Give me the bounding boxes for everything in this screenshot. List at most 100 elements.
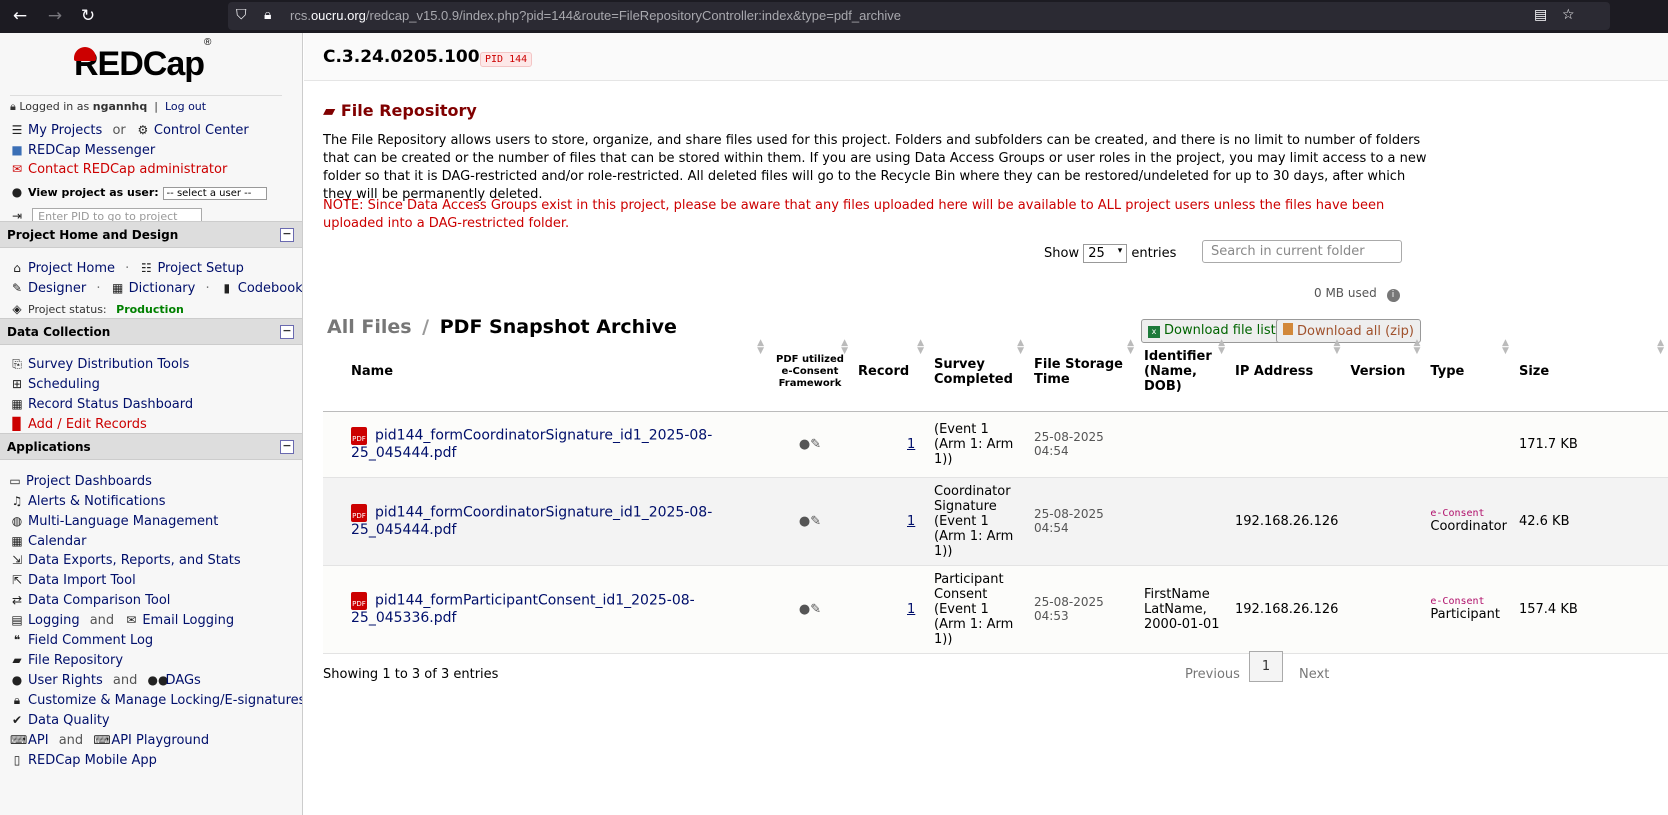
col-identifier[interactable]: Identifier (Name, DOB) ▲ ▼: [1138, 333, 1229, 412]
control-center-link[interactable]: Control Center: [154, 123, 249, 138]
user-rights-link[interactable]: User Rights: [28, 673, 103, 688]
home-icon: ⌂: [13, 261, 21, 275]
project-header: C.3.24.0205.100 PID 144: [304, 33, 1668, 81]
logout-link[interactable]: Log out: [165, 100, 206, 113]
page-title: ▰ File Repository: [323, 101, 477, 120]
user-icon: ●: [11, 185, 23, 199]
data-exports-link[interactable]: Data Exports, Reports, and Stats: [28, 553, 241, 568]
file-table: Name ▲ ▼ PDF utilized e-Consent Framework ▲…: [323, 333, 1668, 654]
project-setup-link[interactable]: Project Setup: [157, 261, 243, 276]
calendar-link[interactable]: Calendar: [28, 534, 86, 549]
pagination-page-1[interactable]: 1: [1249, 651, 1283, 682]
storage-time-cell: 25-08-2025 04:54: [1028, 411, 1138, 478]
alerts-link[interactable]: Alerts & Notifications: [28, 494, 165, 509]
laptop-code-icon: ⌨: [93, 733, 111, 747]
contact-admin-link[interactable]: Contact REDCap administrator: [28, 162, 227, 177]
log-icon: ▤: [11, 613, 23, 627]
users-icon: ●●: [147, 673, 169, 687]
col-record[interactable]: Record ▲ ▼: [852, 333, 928, 412]
locking-link[interactable]: Customize & Manage Locking/E-signatures: [28, 693, 302, 708]
table-info: Showing 1 to 3 of 3 entries: [323, 667, 499, 682]
project-home-link[interactable]: Project Home: [28, 261, 115, 276]
entries-select[interactable]: 25 ▾: [1083, 244, 1128, 263]
add-edit-records-link[interactable]: Add / Edit Records: [28, 417, 147, 432]
collapse-icon[interactable]: −: [280, 228, 294, 242]
shield-icon[interactable]: ⛉: [236, 7, 247, 23]
pdf-file-icon: PDF: [351, 427, 367, 445]
file-link[interactable]: pid144_formCoordinatorSignature_id1_2025…: [351, 505, 712, 539]
info-icon[interactable]: i: [1386, 289, 1400, 302]
globe-icon: ◍: [11, 514, 23, 528]
messenger-link[interactable]: REDCap Messenger: [28, 143, 155, 158]
codebook-link[interactable]: Codebook: [238, 281, 302, 296]
api-link[interactable]: API: [28, 733, 49, 748]
bookmark-star-icon[interactable]: ☆: [1562, 7, 1575, 23]
file-link[interactable]: pid144_formParticipantConsent_id1_2025-0…: [351, 593, 695, 627]
field-comment-log-link[interactable]: Field Comment Log: [28, 633, 153, 648]
col-survey[interactable]: Survey Completed ▲ ▼: [928, 333, 1028, 412]
project-title: C.3.24.0205.100: [323, 47, 480, 67]
file-repository-link[interactable]: File Repository: [28, 653, 123, 668]
reader-view-icon[interactable]: ▤: [1534, 7, 1547, 23]
mlm-link[interactable]: Multi-Language Management: [28, 514, 218, 529]
redcap-logo[interactable]: REDCap®: [74, 37, 211, 84]
survey-distribution-link[interactable]: Survey Distribution Tools: [28, 357, 189, 372]
view-as-user-select[interactable]: -- select a user --: [162, 186, 267, 200]
logging-link[interactable]: Logging: [28, 613, 80, 628]
col-type[interactable]: Type ▲ ▼: [1424, 333, 1513, 412]
dictionary-link[interactable]: Dictionary: [129, 281, 196, 296]
collapse-icon[interactable]: −: [280, 440, 294, 454]
page-description: The File Repository allows users to stor…: [323, 133, 1427, 202]
data-comparison-link[interactable]: Data Comparison Tool: [28, 593, 170, 608]
record-link[interactable]: 1: [907, 514, 915, 529]
url-text[interactable]: rcs.oucru.org/redcap_v15.0.9/index.php?p…: [290, 8, 901, 23]
data-quality-link[interactable]: Data Quality: [28, 713, 110, 728]
identifier-cell: FirstName LatName, 2000-01-01: [1138, 565, 1229, 654]
project-dashboards-link[interactable]: Project Dashboards: [26, 474, 152, 489]
address-bar[interactable]: ⛉ 🔒︎ rcs.oucru.org/redcap_v15.0.9/index.…: [228, 2, 1610, 30]
col-name[interactable]: Name ▲ ▼: [323, 333, 768, 412]
section-data-collection: Data Collection −: [0, 318, 302, 345]
size-cell: 171.7 KB: [1512, 411, 1668, 478]
dictionary-icon: ▦: [111, 281, 124, 295]
table-icon: ▦: [11, 397, 23, 411]
record-link[interactable]: 1: [907, 437, 915, 452]
col-size[interactable]: Size ▲ ▼: [1512, 333, 1668, 412]
back-icon[interactable]: ←: [10, 6, 30, 26]
search-input[interactable]: Search in current folder: [1202, 240, 1402, 263]
record-link[interactable]: 1: [907, 602, 915, 617]
bell-icon: ♫: [11, 494, 23, 508]
pagination-previous[interactable]: Previous: [1185, 667, 1240, 682]
col-storage-time[interactable]: File Storage Time ▲ ▼: [1028, 333, 1138, 412]
reload-icon[interactable]: ↻: [78, 6, 98, 26]
mail-bulk-icon: ✉: [126, 613, 137, 627]
col-ip[interactable]: IP Address ▲ ▼: [1229, 333, 1345, 412]
table-row: PDF pid144_formCoordinatorSignature_id1_2…: [323, 477, 1668, 566]
type-cell: e-Consent Coordinator: [1424, 477, 1513, 566]
mobile-app-link[interactable]: REDCap Mobile App: [28, 753, 157, 768]
tasks-icon: ☷: [141, 261, 152, 275]
email-logging-link[interactable]: Email Logging: [142, 613, 234, 628]
folder-open-icon: ▰: [12, 653, 22, 667]
dags-link[interactable]: DAGs: [166, 673, 201, 688]
designer-link[interactable]: Designer: [28, 281, 86, 296]
api-playground-link[interactable]: API Playground: [111, 733, 209, 748]
data-import-link[interactable]: Data Import Tool: [28, 573, 136, 588]
dag-note: NOTE: Since Data Access Groups exist in …: [323, 198, 1385, 231]
econsent-user-icon: ●✎: [768, 565, 852, 654]
forward-icon[interactable]: →: [45, 6, 65, 26]
export-icon: ⇲: [11, 553, 23, 567]
gear-icon: ⚙: [137, 123, 149, 137]
my-projects-link[interactable]: My Projects: [28, 123, 102, 138]
table-row: PDF pid144_formCoordinatorSignature_id1_2…: [323, 411, 1668, 478]
scheduling-link[interactable]: Scheduling: [28, 377, 100, 392]
lock-icon[interactable]: 🔒︎: [264, 7, 271, 23]
browser-toolbar: ← → ↻ ⛉ 🔒︎ rcs.oucru.org/redcap_v15.0.9/…: [0, 0, 1668, 33]
col-econsent[interactable]: PDF utilized e-Consent Framework ▲ ▼: [768, 333, 852, 412]
file-link[interactable]: pid144_formCoordinatorSignature_id1_2025…: [351, 428, 712, 462]
pagination-next[interactable]: Next: [1299, 667, 1329, 682]
folder-open-icon: ▰: [323, 101, 341, 120]
collapse-icon[interactable]: −: [280, 325, 294, 339]
record-status-dashboard-link[interactable]: Record Status Dashboard: [28, 397, 193, 412]
col-version[interactable]: Version ▲ ▼: [1344, 333, 1425, 412]
